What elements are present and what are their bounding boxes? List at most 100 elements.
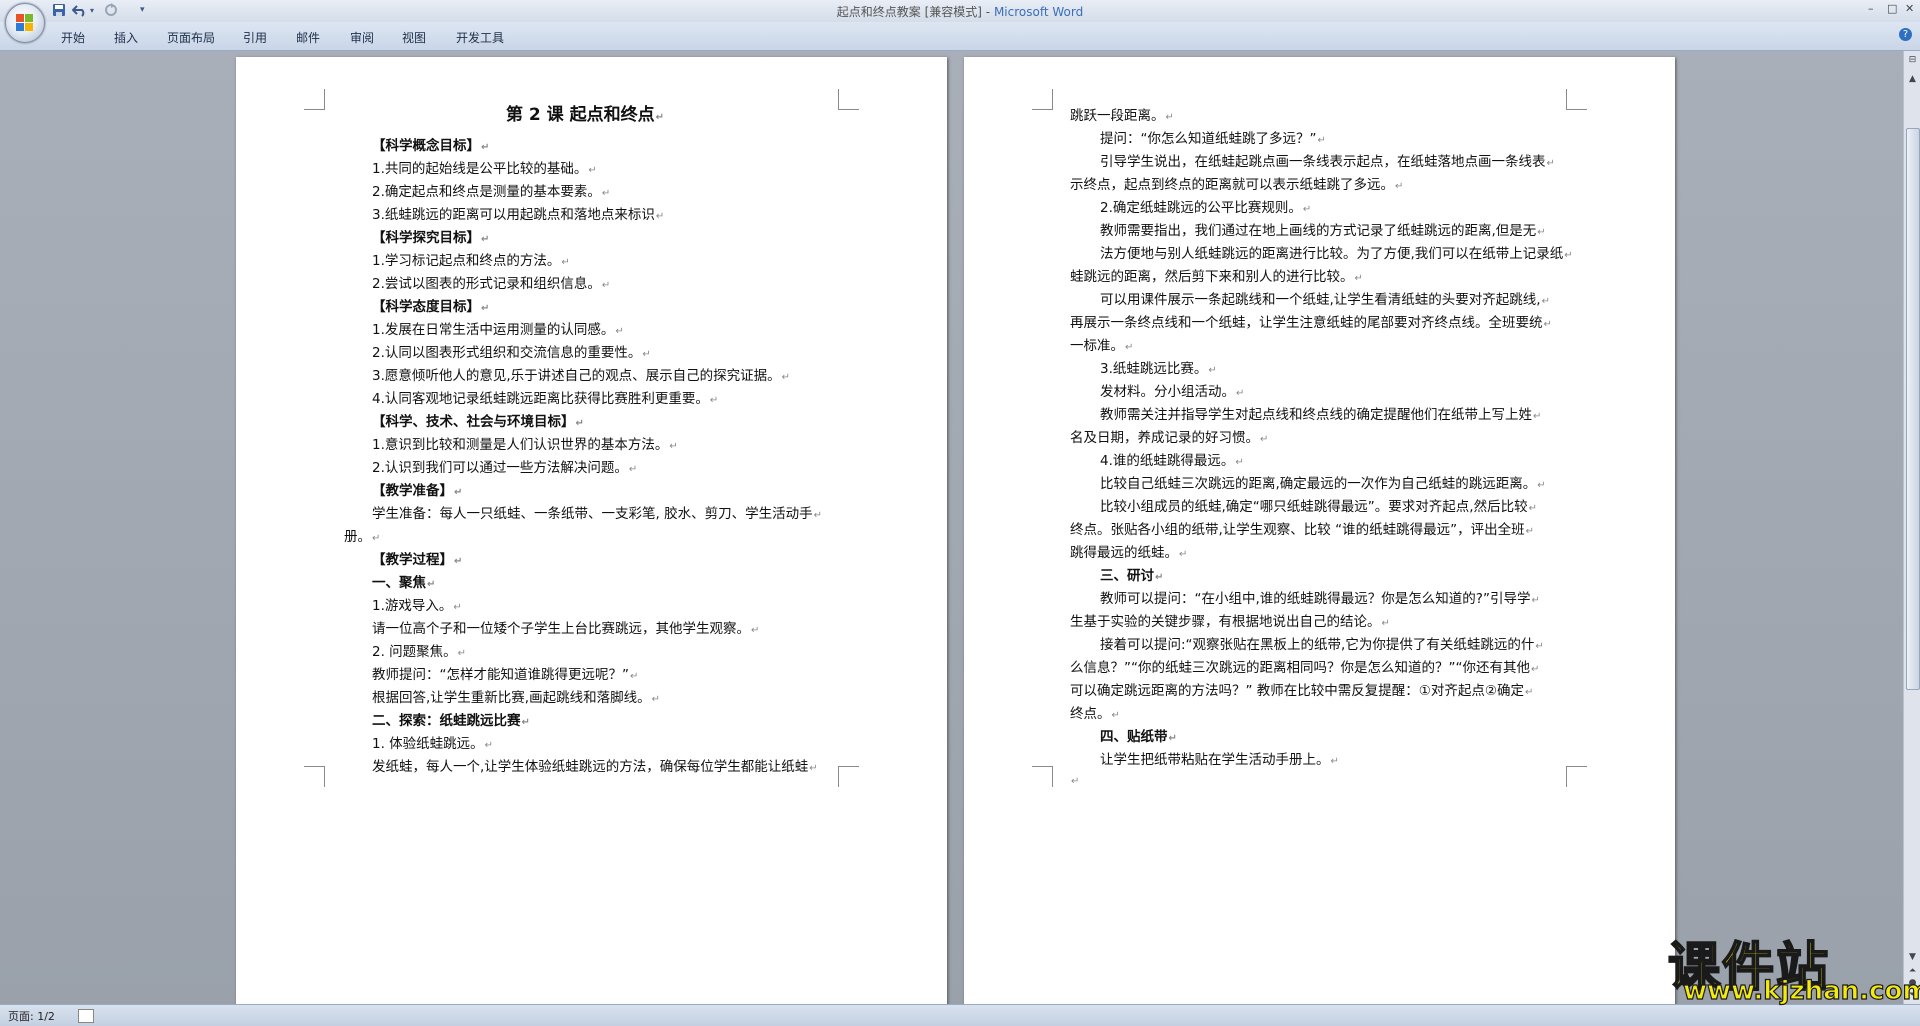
line-text: 4.认同客观地记录纸蛙跳远距离比获得比赛胜利更重要。 bbox=[372, 391, 709, 407]
paragraph-mark-icon: ↵ bbox=[1381, 618, 1390, 629]
line-text: 1.发展在日常生活中运用测量的认同感。 bbox=[372, 322, 615, 338]
text-line: 可以用课件展示一条起跳线和一个纸蛙,让学生看清纸蛙的头要对齐起跳线,↵ bbox=[1100, 290, 1550, 312]
paragraph-mark-icon: ↵ bbox=[1125, 342, 1134, 353]
undo-icon[interactable] bbox=[71, 3, 88, 18]
page-indicator[interactable]: 页面: 1/2 bbox=[8, 1008, 55, 1024]
paragraph-mark-icon: ↵ bbox=[630, 671, 639, 682]
paragraph-mark-icon: ↵ bbox=[1525, 526, 1534, 537]
paragraph-mark-icon: ↵ bbox=[1395, 181, 1404, 192]
text-line: 1.发展在日常生活中运用测量的认同感。↵ bbox=[372, 320, 624, 342]
minimize-button[interactable]: – bbox=[1868, 2, 1874, 15]
document-area[interactable]: 第 2 课 起点和终点↵ 【科学概念目标】↵ 1.共同的起始线是公平比较的基础。↵ 2… bbox=[0, 51, 1903, 1004]
scroll-up-icon[interactable]: ▲ bbox=[1906, 73, 1919, 86]
line-text: 教师提问：“怎样才能知道谁跳得更远呢？” bbox=[372, 667, 629, 683]
save-icon[interactable] bbox=[52, 3, 66, 18]
vertical-scrollbar[interactable]: ⊟ ▲ ▼ ⏶ ● ⏷ bbox=[1903, 51, 1920, 1004]
line-text: 册。 bbox=[344, 529, 371, 545]
paragraph-mark-icon: ↵ bbox=[809, 763, 818, 774]
line-text: 【教学准备】 bbox=[372, 483, 453, 499]
text-line: 【教学过程】↵ bbox=[372, 550, 462, 572]
line-text: 2.认识到我们可以通过一些方法解决问题。 bbox=[372, 460, 628, 476]
line-text: 根据回答,让学生重新比赛,画起跳线和落脚线。 bbox=[372, 690, 651, 706]
text-line: 么信息？”“你的纸蛙三次跳远的距离相同吗？你是怎么知道的？”“你还有其他↵ bbox=[1070, 658, 1539, 680]
line-text: 比较自己纸蛙三次跳远的距离,确定最远的一次作为自己纸蛙的跳远距离。 bbox=[1100, 476, 1537, 492]
paragraph-mark-icon: ↵ bbox=[1541, 296, 1550, 307]
paragraph-mark-icon: ↵ bbox=[669, 441, 678, 452]
text-line: 1.学习标记起点和终点的方法。↵ bbox=[372, 251, 570, 273]
line-text: 教师需关注并指导学生对起点线和终点线的确定提醒他们在纸带上写上姓 bbox=[1100, 407, 1532, 423]
paragraph-mark-icon: ↵ bbox=[751, 625, 760, 636]
paragraph-mark-icon: ↵ bbox=[1533, 411, 1542, 422]
line-text: 2.尝试以图表的形式记录和组织信息。 bbox=[372, 276, 601, 292]
redo-icon[interactable] bbox=[104, 3, 118, 18]
proofing-icon[interactable] bbox=[78, 1009, 94, 1023]
tab-view[interactable]: 视图 bbox=[402, 29, 426, 46]
text-line: 1. 体验纸蛙跳远。↵ bbox=[372, 734, 493, 756]
scroll-thumb[interactable] bbox=[1906, 128, 1920, 690]
paragraph-mark-icon: ↵ bbox=[651, 694, 660, 705]
paragraph-mark-icon: ↵ bbox=[655, 211, 665, 222]
line-text: 2.确定起点和终点是测量的基本要素。 bbox=[372, 184, 601, 200]
tab-references[interactable]: 引用 bbox=[243, 29, 267, 46]
line-text: 再展示一条终点线和一个纸蛙，让学生注意纸蛙的尾部要对齐终点线。全班要统 bbox=[1070, 315, 1543, 331]
tab-page-layout[interactable]: 页面布局 bbox=[167, 29, 215, 46]
tab-developer[interactable]: 开发工具 bbox=[456, 29, 504, 46]
tab-insert[interactable]: 插入 bbox=[114, 29, 138, 46]
text-line: 教师可以提问：“在小组中,谁的纸蛙跳得最远？你是怎么知道的?”引导学↵ bbox=[1100, 589, 1540, 611]
scroll-down-icon[interactable]: ▼ bbox=[1906, 951, 1919, 964]
text-line: 示终点，起点到终点的距离就可以表示纸蛙跳了多远。↵ bbox=[1070, 175, 1403, 197]
text-line: 跳得最远的纸蛙。↵ bbox=[1070, 543, 1187, 565]
paragraph-mark-icon: ↵ bbox=[1111, 710, 1120, 721]
line-text: 教师需要指出，我们通过在地上画线的方式记录了纸蛙跳远的距离,但是无 bbox=[1100, 223, 1537, 239]
text-line: 册。↵ bbox=[344, 527, 380, 549]
text-line: 2. 问题聚焦。↵ bbox=[372, 642, 466, 664]
line-text: 提问：“你怎么知道纸蛙跳了多远？” bbox=[1100, 131, 1317, 147]
page-2[interactable]: 跳跃一段距离。↵ 提问：“你怎么知道纸蛙跳了多远？”↵ 引导学生说出，在纸蛙起跳点画… bbox=[964, 57, 1675, 1004]
paragraph-mark-icon: ↵ bbox=[427, 579, 436, 590]
text-line: 终点。张贴各小组的纸带,让学生观察、比较 “谁的纸蛙跳得最远”，评出全班↵ bbox=[1070, 520, 1534, 542]
paragraph-mark-icon: ↵ bbox=[454, 556, 463, 567]
paragraph-mark-icon: ↵ bbox=[1235, 457, 1244, 468]
paragraph-mark-icon: ↵ bbox=[1155, 572, 1164, 583]
line-text: 【科学概念目标】 bbox=[372, 138, 480, 154]
document-name: 起点和终点教案 [兼容模式] bbox=[836, 5, 982, 19]
undo-dropdown-icon[interactable]: ▾ bbox=[90, 3, 94, 18]
line-text: 教师可以提问：“在小组中,谁的纸蛙跳得最远？你是怎么知道的?”引导学 bbox=[1100, 591, 1531, 607]
text-line: 教师提问：“怎样才能知道谁跳得更远呢？”↵ bbox=[372, 665, 638, 687]
page-1[interactable]: 第 2 课 起点和终点↵ 【科学概念目标】↵ 1.共同的起始线是公平比较的基础。↵ 2… bbox=[236, 57, 947, 1004]
paragraph-mark-icon: ↵ bbox=[1208, 365, 1217, 376]
text-line: 可以确定跳远距离的方法吗？” 教师在比较中需反复提醒：①对齐起点②确定↵ bbox=[1070, 681, 1533, 703]
tab-review[interactable]: 审阅 bbox=[350, 29, 374, 46]
text-line: 2.确定起点和终点是测量的基本要素。↵ bbox=[372, 182, 610, 204]
text-line: 【科学探究目标】↵ bbox=[372, 228, 489, 250]
paragraph-mark-icon: ↵ bbox=[1330, 756, 1339, 767]
text-line: 三、研讨↵ bbox=[1100, 566, 1163, 588]
ruler-toggle-icon[interactable]: ⊟ bbox=[1906, 54, 1919, 67]
text-line: 教师需关注并指导学生对起点线和终点线的确定提醒他们在纸带上写上姓↵ bbox=[1100, 405, 1541, 427]
text-line: 比较自己纸蛙三次跳远的距离,确定最远的一次作为自己纸蛙的跳远距离。↵ bbox=[1100, 474, 1546, 496]
office-button[interactable] bbox=[5, 3, 45, 43]
text-line: 1.意识到比较和测量是人们认识世界的基本方法。↵ bbox=[372, 435, 678, 457]
line-text: 【科学态度目标】 bbox=[372, 299, 480, 315]
tab-home[interactable]: 开始 bbox=[61, 29, 85, 46]
ribbon-tabs: 开始 插入 页面布局 引用 邮件 审阅 视图 开发工具 ? bbox=[0, 22, 1920, 51]
line-text: 二、探索：纸蛙跳远比赛 bbox=[372, 713, 521, 729]
page-corner-mark bbox=[304, 89, 325, 110]
line-text: 1.共同的起始线是公平比较的基础。 bbox=[372, 161, 588, 177]
page-corner-mark bbox=[1566, 89, 1587, 110]
paragraph-mark-icon: ↵ bbox=[481, 303, 490, 314]
text-line: 4.谁的纸蛙跳得最远。↵ bbox=[1100, 451, 1244, 473]
tab-mailings[interactable]: 邮件 bbox=[296, 29, 320, 46]
text-line: 根据回答,让学生重新比赛,画起跳线和落脚线。↵ bbox=[372, 688, 660, 710]
line-text: 名及日期，养成记录的好习惯。 bbox=[1070, 430, 1259, 446]
close-button[interactable]: ✕ bbox=[1905, 2, 1914, 15]
help-icon[interactable]: ? bbox=[1899, 28, 1912, 41]
customize-qat-icon[interactable]: ▾ bbox=[140, 3, 145, 18]
maximize-button[interactable]: □ bbox=[1887, 2, 1897, 15]
line-text: 一标准。 bbox=[1070, 338, 1124, 354]
paragraph-mark-icon: ↵ bbox=[601, 188, 611, 199]
paragraph-mark-icon: ↵ bbox=[1354, 273, 1363, 284]
paragraph-mark-icon: ↵ bbox=[813, 510, 822, 521]
paragraph-mark-icon: ↵ bbox=[1535, 641, 1544, 652]
text-line: 2.确定纸蛙跳远的公平比赛规则。↵ bbox=[1100, 198, 1311, 220]
